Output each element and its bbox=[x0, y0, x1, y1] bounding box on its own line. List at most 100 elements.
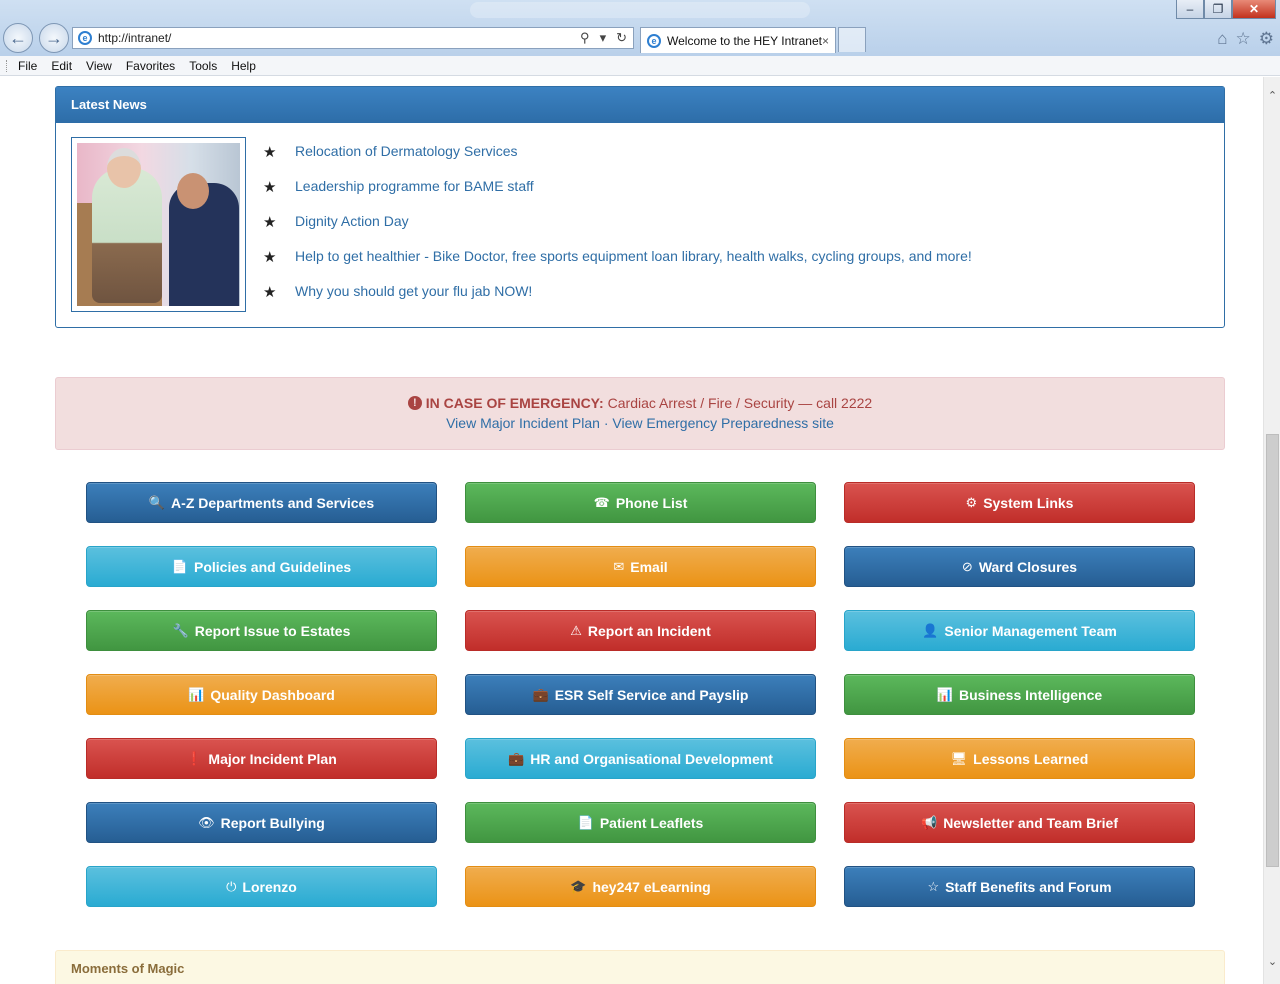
report-bullying-button[interactable]: 👁 Report Bullying bbox=[86, 802, 437, 843]
email-button[interactable]: ✉ Email bbox=[465, 546, 816, 587]
star-icon: ★ bbox=[263, 214, 277, 231]
menu-help[interactable]: Help bbox=[231, 59, 256, 73]
lorenzo-button[interactable]: ⏻ Lorenzo bbox=[86, 866, 437, 907]
star-icon: ★ bbox=[263, 284, 277, 301]
button-label: Senior Management Team bbox=[944, 622, 1117, 639]
link-separator: · bbox=[603, 415, 609, 431]
hr-and-organisational-development-button[interactable]: 💼 HR and Organisational Development bbox=[465, 738, 816, 779]
bullhorn-icon: 📢 bbox=[921, 814, 938, 830]
dropdown-icon[interactable]: ▾ bbox=[600, 30, 607, 46]
menu-tools[interactable]: Tools bbox=[189, 59, 217, 73]
menu-edit[interactable]: Edit bbox=[51, 59, 72, 73]
tab-welcome[interactable]: e Welcome to the HEY Intranet × bbox=[640, 27, 836, 53]
gear-icon[interactable]: ⚙ bbox=[1259, 29, 1274, 49]
button-label: Staff Benefits and Forum bbox=[945, 878, 1112, 895]
blackboard-icon: 🖥 bbox=[950, 750, 968, 766]
latest-news-heading: Latest News bbox=[56, 87, 1224, 123]
news-link[interactable]: Leadership programme for BAME staff bbox=[295, 178, 534, 194]
hey247-elearning-button[interactable]: 🎓 hey247 eLearning bbox=[465, 866, 816, 907]
scroll-up-icon[interactable]: ⌃ bbox=[1264, 87, 1280, 104]
scroll-thumb[interactable] bbox=[1266, 434, 1279, 867]
moments-of-magic-panel: Moments of Magic bbox=[55, 950, 1225, 984]
window-controls: – ❐ ✕ bbox=[1176, 0, 1276, 19]
menu-view[interactable]: View bbox=[86, 59, 112, 73]
emergency-line: ! IN CASE OF EMERGENCY: Cardiac Arrest /… bbox=[56, 395, 1224, 411]
menu-favorites[interactable]: Favorites bbox=[126, 59, 175, 73]
star-icon: ★ bbox=[263, 249, 277, 266]
browser-chrome: – ❐ ✕ ← → e http://intranet/ ⚲ ▾ ↻ e Wel… bbox=[0, 0, 1280, 56]
refresh-icon[interactable]: ↻ bbox=[616, 30, 627, 46]
button-label: A-Z Departments and Services bbox=[171, 494, 375, 511]
system-links-button[interactable]: ⚙ System Links bbox=[844, 482, 1195, 523]
maximize-button[interactable]: ❐ bbox=[1204, 0, 1232, 19]
ward-closures-button[interactable]: ⊘ Ward Closures bbox=[844, 546, 1195, 587]
major-incident-plan-link[interactable]: View Major Incident Plan bbox=[446, 415, 600, 431]
news-photo[interactable] bbox=[71, 137, 246, 312]
quick-links-grid: 🔍 A-Z Departments and Services ☎ Phone List… bbox=[86, 482, 1195, 907]
forward-button[interactable]: → bbox=[39, 23, 69, 53]
report-issue-to-estates-button[interactable]: 🔧 Report Issue to Estates bbox=[86, 610, 437, 651]
a-z-departments-and-services-button[interactable]: 🔍 A-Z Departments and Services bbox=[86, 482, 437, 523]
news-link[interactable]: Help to get healthier - Bike Doctor, fre… bbox=[295, 248, 972, 264]
button-label: Report Issue to Estates bbox=[194, 622, 351, 639]
news-link[interactable]: Relocation of Dermatology Services bbox=[295, 143, 518, 159]
button-label: Report Bullying bbox=[220, 814, 325, 831]
vertical-scrollbar[interactable]: ⌃ ⌄ bbox=[1263, 77, 1280, 984]
news-link[interactable]: Dignity Action Day bbox=[295, 213, 409, 229]
window-title bbox=[470, 2, 810, 18]
file-icon: 📄 bbox=[577, 814, 594, 830]
button-label: ESR Self Service and Payslip bbox=[554, 686, 749, 703]
quality-dashboard-button[interactable]: 📊 Quality Dashboard bbox=[86, 674, 437, 715]
business-intelligence-button[interactable]: 📊 Business Intelligence bbox=[844, 674, 1195, 715]
new-tab-button[interactable] bbox=[838, 27, 866, 52]
browser-tools: ⌂ ☆ ⚙ bbox=[1217, 29, 1274, 49]
button-label: HR and Organisational Development bbox=[530, 750, 773, 767]
list-item: ★ Why you should get your flu jab NOW! bbox=[263, 283, 972, 318]
staff-benefits-and-forum-button[interactable]: ☆ Staff Benefits and Forum bbox=[844, 866, 1195, 907]
button-label: Major Incident Plan bbox=[208, 750, 337, 767]
exclamation-icon: ❗ bbox=[186, 750, 203, 766]
button-label: Quality Dashboard bbox=[210, 686, 335, 703]
lessons-learned-button[interactable]: 🖥 Lessons Learned bbox=[844, 738, 1195, 779]
power-icon: ⏻ bbox=[226, 878, 237, 894]
phone-icon: ☎ bbox=[593, 494, 610, 510]
close-window-button[interactable]: ✕ bbox=[1232, 0, 1276, 19]
scroll-down-icon[interactable]: ⌄ bbox=[1264, 953, 1280, 970]
major-incident-plan-button[interactable]: ❗ Major Incident Plan bbox=[86, 738, 437, 779]
news-link[interactable]: Why you should get your flu jab NOW! bbox=[295, 283, 532, 299]
address-bar[interactable]: e http://intranet/ ⚲ ▾ ↻ bbox=[72, 27, 634, 49]
page-viewport: Latest News ★ Relocation of Dermatology … bbox=[0, 77, 1263, 984]
emergency-preparedness-link[interactable]: View Emergency Preparedness site bbox=[612, 415, 834, 431]
home-icon[interactable]: ⌂ bbox=[1217, 29, 1227, 49]
tab-close-icon[interactable]: × bbox=[822, 34, 829, 48]
url-text[interactable]: http://intranet/ bbox=[98, 31, 171, 45]
menu-file[interactable]: File bbox=[18, 59, 37, 73]
button-label: hey247 eLearning bbox=[592, 878, 711, 895]
star-icon: ★ bbox=[263, 144, 277, 161]
nurse-patient-image bbox=[77, 143, 240, 306]
phone-list-button[interactable]: ☎ Phone List bbox=[465, 482, 816, 523]
star-icon[interactable]: ☆ bbox=[1236, 29, 1251, 49]
button-label: Newsletter and Team Brief bbox=[943, 814, 1118, 831]
esr-self-service-and-payslip-button[interactable]: 💼 ESR Self Service and Payslip bbox=[465, 674, 816, 715]
policies-and-guidelines-button[interactable]: 📄 Policies and Guidelines bbox=[86, 546, 437, 587]
menu-bar: File Edit View Favorites Tools Help bbox=[0, 56, 1280, 76]
folder-icon: 💼 bbox=[532, 686, 549, 702]
ie-icon: e bbox=[647, 33, 661, 48]
minimize-button[interactable]: – bbox=[1176, 0, 1204, 19]
ie-icon: e bbox=[78, 31, 92, 45]
documents-icon: 📄 bbox=[171, 558, 188, 574]
senior-management-team-button[interactable]: 👤 Senior Management Team bbox=[844, 610, 1195, 651]
tab-title: Welcome to the HEY Intranet bbox=[667, 33, 822, 48]
report-an-incident-button[interactable]: ⚠ Report an Incident bbox=[465, 610, 816, 651]
emergency-alert: ! IN CASE OF EMERGENCY: Cardiac Arrest /… bbox=[55, 377, 1225, 450]
back-button[interactable]: ← bbox=[3, 23, 33, 53]
list-item: ★ Leadership programme for BAME staff bbox=[263, 178, 972, 213]
button-label: Patient Leaflets bbox=[599, 814, 704, 831]
list-item: ★ Help to get healthier - Bike Doctor, f… bbox=[263, 248, 972, 283]
search-icon[interactable]: ⚲ bbox=[580, 30, 590, 46]
address-tools: ⚲ ▾ ↻ bbox=[580, 30, 633, 46]
newsletter-and-team-brief-button[interactable]: 📢 Newsletter and Team Brief bbox=[844, 802, 1195, 843]
patient-leaflets-button[interactable]: 📄 Patient Leaflets bbox=[465, 802, 816, 843]
list-item: ★ Relocation of Dermatology Services bbox=[263, 143, 972, 178]
